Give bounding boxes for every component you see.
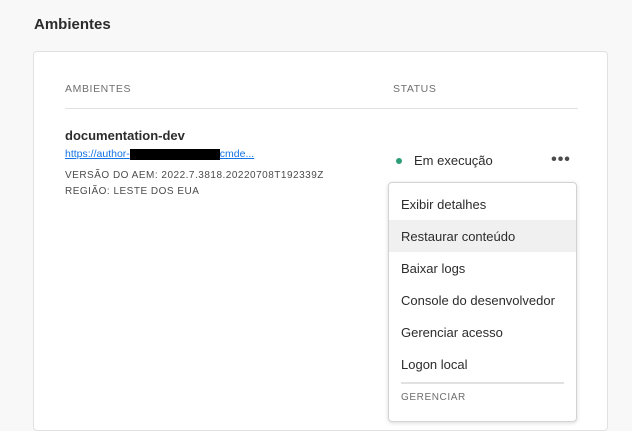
redacted-block	[129, 148, 220, 160]
aem-version: VERSÃO DO AEM: 2022.7.3818.20220708T1923…	[65, 170, 324, 181]
ellipsis-horizontal-icon: •••	[551, 151, 571, 168]
menu-item-restore-content[interactable]: Restaurar conteúdo	[389, 220, 576, 252]
menu-item-download-logs[interactable]: Baixar logs	[389, 252, 576, 284]
environment-name: documentation-dev	[65, 128, 185, 143]
status-dot-icon	[396, 157, 402, 164]
menu-item-manage-access[interactable]: Gerenciar acesso	[389, 316, 576, 348]
menu-divider	[401, 382, 564, 384]
region: REGIÃO: LESTE DOS EUA	[65, 186, 200, 197]
menu-item-developer-console[interactable]: Console do desenvolvedor	[389, 284, 576, 316]
menu-section-manage: GERENCIAR	[401, 392, 466, 403]
status-indicator: Em execução	[396, 153, 493, 168]
status-text: Em execução	[414, 153, 493, 168]
environment-url-link[interactable]: https://author- cmde...	[65, 148, 254, 160]
menu-item-local-login[interactable]: Logon local	[389, 348, 576, 380]
actions-menu: Exibir detalhes Restaurar conteúdo Baixa…	[388, 182, 577, 422]
link-prefix: https://author-	[65, 148, 130, 160]
page-title: Ambientes	[34, 16, 111, 33]
column-header-status: STATUS	[393, 83, 437, 95]
link-suffix: cmde...	[219, 148, 255, 160]
menu-item-view-details[interactable]: Exibir detalhes	[389, 188, 576, 220]
more-actions-button[interactable]: •••	[548, 150, 574, 170]
column-header-environments: AMBIENTES	[65, 83, 132, 95]
header-divider	[65, 108, 578, 109]
